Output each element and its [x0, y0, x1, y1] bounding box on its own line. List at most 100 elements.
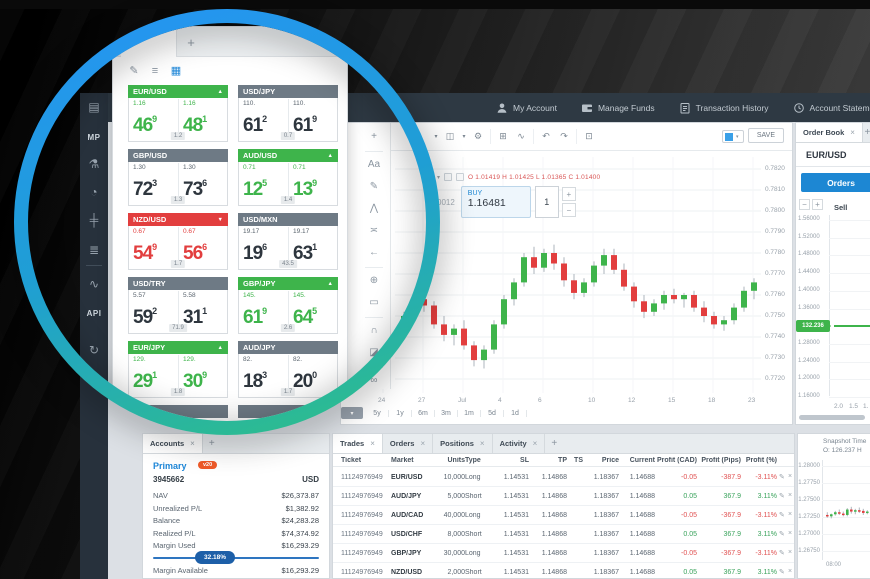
close-icon[interactable]: × — [190, 439, 195, 448]
quote-tile-aud-jpy[interactable]: AUD/JPY82.18382.2001.7 — [238, 341, 338, 398]
quote-tile-usd-try[interactable]: USD/TRY5.575925.5831171.9 — [128, 277, 228, 334]
tile-header[interactable]: EUR/JPY▲ — [128, 341, 228, 354]
order-book-scrollbar[interactable] — [799, 415, 865, 420]
tile-header[interactable]: EUR/USD▲ — [128, 85, 228, 98]
timeframe-button-5y[interactable]: 5y — [366, 410, 389, 417]
timeframe-button-5d[interactable]: 5d — [481, 410, 504, 417]
ask-price[interactable]: 0.71139 — [289, 163, 338, 201]
timeframe-button-3m[interactable]: 3m — [435, 410, 458, 417]
tab-orders[interactable]: Orders× — [383, 434, 433, 453]
compare-icon[interactable]: ⊞ — [494, 131, 512, 142]
edit-trade-icon[interactable]: ✎ — [779, 568, 785, 576]
ask-price[interactable]: 145.645 — [289, 291, 338, 329]
close-trade-icon[interactable]: × — [788, 511, 792, 518]
pencil-icon[interactable]: ✎ — [125, 63, 143, 79]
ask-price[interactable]: 1.30736 — [179, 163, 228, 201]
close-icon[interactable]: × — [370, 439, 375, 448]
quantity-increase-button[interactable]: + — [562, 187, 576, 201]
tile-header[interactable]: GBP/JPY▲ — [238, 277, 338, 290]
tab-positions[interactable]: Positions× — [433, 434, 492, 453]
edit-trade-icon[interactable]: ✎ — [779, 549, 785, 557]
nav-item-transaction-history[interactable]: Transaction History — [679, 102, 769, 114]
add-tab-button[interactable]: + — [863, 123, 870, 142]
table-row[interactable]: 11124976949GBP/JPY30,000Long1.145311.148… — [333, 544, 794, 563]
timeframe-button-6m[interactable]: 6m — [412, 410, 435, 417]
legend-settings-icon[interactable] — [456, 173, 464, 181]
close-trade-icon[interactable]: × — [788, 549, 792, 556]
edit-trade-icon[interactable]: ✎ — [779, 511, 785, 519]
timeframe-button-1y[interactable]: 1y — [389, 410, 412, 417]
quote-tile-eur-usd[interactable]: EUR/USD▲1.164691.164811.2 — [128, 85, 228, 142]
layout-swatch-dropdown[interactable]: ▾ — [722, 130, 744, 143]
collapse-chevron-button[interactable]: ▾ — [341, 407, 363, 419]
close-icon[interactable]: × — [420, 439, 425, 448]
table-row[interactable]: 11124976949NZD/USD2,000Short1.145311.148… — [333, 563, 794, 579]
close-icon[interactable]: × — [533, 439, 538, 448]
save-button[interactable]: SAVE — [748, 128, 784, 143]
legend-toggle-icon[interactable] — [444, 173, 452, 181]
quotes-active-tab[interactable] — [121, 27, 177, 57]
tile-header[interactable]: USD/JPY — [238, 85, 338, 98]
table-row[interactable]: 11124976949AUD/CAD40,000Long1.145311.148… — [333, 506, 794, 525]
zoom-in-button[interactable]: + — [812, 199, 823, 210]
tile-header[interactable]: AUD/JPY — [238, 341, 338, 354]
chart-type-caret[interactable]: ▾ — [459, 133, 469, 140]
orders-button[interactable]: Orders — [801, 173, 870, 192]
edit-trade-icon[interactable]: ✎ — [779, 530, 785, 538]
close-icon[interactable]: × — [480, 439, 485, 448]
ask-price[interactable]: 0.67566 — [179, 227, 228, 265]
close-trade-icon[interactable]: × — [788, 568, 792, 575]
ask-price[interactable]: 129.309 — [179, 355, 228, 393]
tile-header[interactable]: USD/MXN — [238, 213, 338, 226]
table-row[interactable]: 11124976949USD/CHF8,000Short1.145311.148… — [333, 525, 794, 544]
indicators-icon[interactable]: ∿ — [512, 131, 530, 142]
close-icon[interactable]: × — [850, 128, 855, 137]
grid-view-icon[interactable]: ▦ — [167, 63, 185, 79]
chevron-down-icon[interactable]: ▾ — [437, 174, 440, 181]
table-row[interactable]: 11124976949AUD/JPY5,000Short1.145311.148… — [333, 487, 794, 506]
interval-dropdown[interactable]: ▾ — [431, 133, 441, 140]
quantity-decrease-button[interactable]: − — [562, 203, 576, 217]
add-tab-button[interactable]: + — [179, 27, 203, 57]
quote-tile-gbp-jpy[interactable]: GBP/JPY▲145.619145.6452.6 — [238, 277, 338, 334]
fullscreen-icon[interactable]: ⊡ — [580, 131, 598, 142]
zoom-out-button[interactable]: − — [799, 199, 810, 210]
tab-order-book[interactable]: Order Book × — [796, 123, 863, 142]
quote-tile-usd-jpy[interactable]: USD/JPY110.612110.6190.7 — [238, 85, 338, 142]
table-row[interactable]: 11124976949EUR/USD10,000Long1.145311.148… — [333, 468, 794, 487]
redo-icon[interactable]: ↷ — [555, 131, 573, 142]
quote-tile-gbp-usd[interactable]: GBP/USD1.307231.307361.3 — [128, 149, 228, 206]
tile-header[interactable]: GBP/USD — [128, 149, 228, 162]
quote-tile-nzd-usd[interactable]: NZD/USD▼0.675490.675661.7 — [128, 213, 228, 270]
quantity-field[interactable]: 1 — [535, 186, 559, 218]
close-trade-icon[interactable]: × — [788, 492, 792, 499]
tab-activity[interactable]: Activity× — [493, 434, 546, 453]
edit-trade-icon[interactable]: ✎ — [779, 473, 785, 481]
snapshot-chart[interactable] — [798, 434, 870, 579]
quote-tile-eur-jpy[interactable]: EUR/JPY▲129.291129.3091.8 — [128, 341, 228, 398]
add-tab-button[interactable]: + — [545, 434, 563, 453]
edit-trade-icon[interactable]: ✎ — [779, 492, 785, 500]
link-icon[interactable]: ∞ — [357, 373, 391, 389]
instrument-select[interactable]: EUR/USD — [796, 143, 870, 167]
close-trade-icon[interactable]: × — [788, 473, 792, 480]
timeframe-button-1d[interactable]: 1d — [504, 410, 527, 417]
ask-price[interactable]: 110.619 — [289, 99, 338, 137]
account-name[interactable]: Primary — [153, 461, 187, 471]
tile-header[interactable]: USD/TRY — [128, 277, 228, 290]
timeframe-button-1m[interactable]: 1m — [458, 410, 481, 417]
undo-icon[interactable]: ↶ — [537, 131, 555, 142]
quote-tile-usd-mxn[interactable]: USD/MXN19.1719619.1763143.5 — [238, 213, 338, 270]
ask-price[interactable]: 1.16481 — [179, 99, 228, 137]
tab-trades[interactable]: Trades× — [333, 434, 383, 453]
ask-price[interactable]: 82.200 — [289, 355, 338, 393]
tile-header[interactable]: AUD/USD▲ — [238, 149, 338, 162]
tab-accounts[interactable]: Accounts × — [143, 434, 203, 453]
tile-header[interactable]: NZD/USD▼ — [128, 213, 228, 226]
quote-tile-aud-usd[interactable]: AUD/USD▲0.711250.711391.4 — [238, 149, 338, 206]
close-trade-icon[interactable]: × — [788, 530, 792, 537]
add-tab-button[interactable]: + — [203, 434, 221, 453]
sell-price-partial[interactable]: 0012 — [437, 198, 455, 207]
nav-item-manage-funds[interactable]: Manage Funds — [581, 102, 655, 114]
chart-type-button[interactable]: ◫ — [441, 131, 459, 142]
